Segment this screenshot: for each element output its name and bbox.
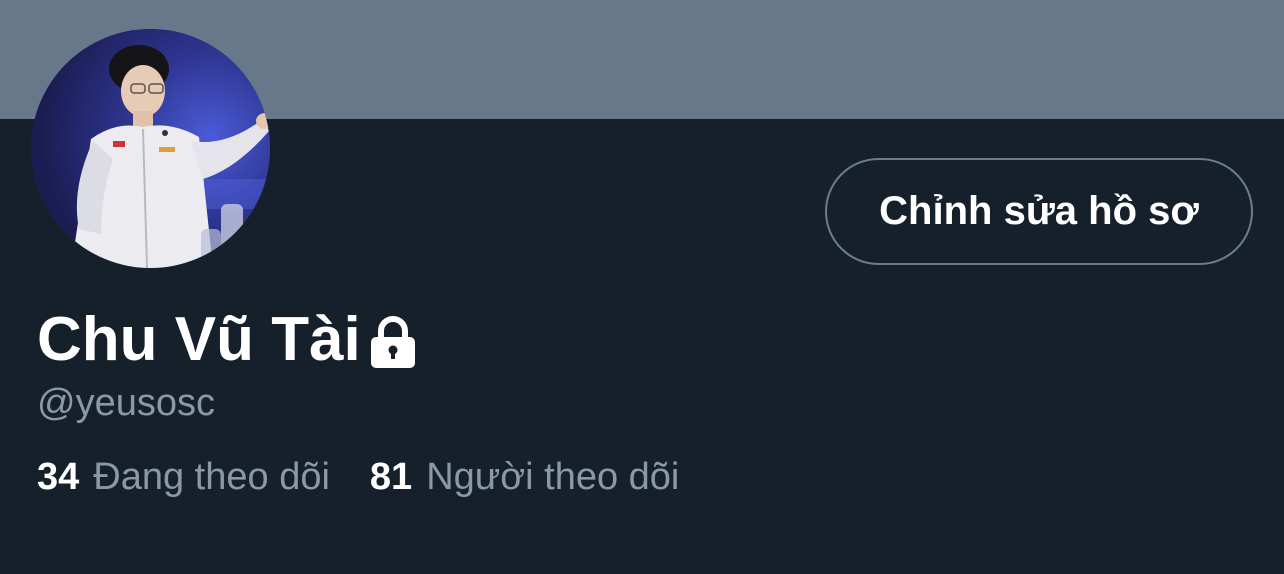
followers-count: 81 bbox=[369, 456, 413, 498]
following-count: 34 bbox=[37, 456, 80, 498]
following-stat[interactable]: 34 Đang theo dõi bbox=[37, 452, 330, 502]
name-row: Chu Vũ Tài bbox=[37, 300, 417, 380]
avatar-photo bbox=[31, 29, 270, 268]
follow-stats: 34 Đang theo dõi 81 Người theo dõi bbox=[37, 452, 679, 502]
following-label: Đang theo dõi bbox=[93, 456, 330, 498]
lock-icon bbox=[370, 316, 415, 368]
display-name: Chu Vũ Tài bbox=[37, 305, 361, 374]
username-handle: @yeusosc bbox=[37, 382, 215, 424]
edit-profile-button[interactable]: Chỉnh sửa hồ sơ bbox=[825, 158, 1253, 265]
followers-stat[interactable]: 81 Người theo dõi bbox=[370, 452, 679, 502]
followers-label: Người theo dõi bbox=[426, 456, 680, 498]
profile-page: Chỉnh sửa hồ sơ Chu Vũ Tài @yeusosc 34 Đ… bbox=[0, 0, 1284, 574]
avatar[interactable] bbox=[31, 29, 270, 268]
